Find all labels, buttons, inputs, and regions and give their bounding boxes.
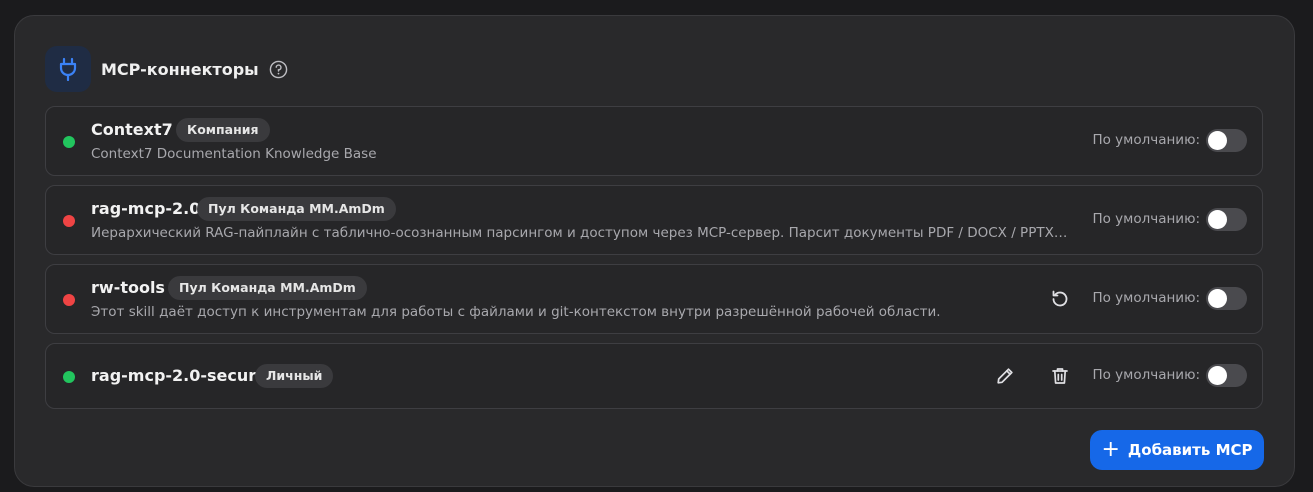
default-label: По умолчанию:	[1092, 290, 1200, 306]
refresh-icon	[1052, 290, 1068, 307]
connector-row-rag-mcp-2.0[interactable]: rag-mcp-2.0 Пул Команда MM.AmDm Иерархич…	[45, 185, 1263, 255]
scope-badge: Пул Команда MM.AmDm	[168, 276, 367, 300]
header-icon-box	[45, 46, 91, 92]
connector-name: rag-mcp-2.0	[91, 199, 201, 218]
default-toggle[interactable]	[1206, 129, 1247, 152]
toggle-knob	[1208, 289, 1227, 308]
help-button[interactable]	[269, 60, 288, 79]
delete-button[interactable]	[1047, 363, 1073, 389]
page-title: MCP-коннекторы	[101, 59, 259, 79]
toggle-knob	[1208, 366, 1227, 385]
add-mcp-button[interactable]: + Добавить MCP	[1090, 430, 1264, 470]
edit-icon	[997, 368, 1013, 384]
connector-name: rag-mcp-2.0-secure	[91, 366, 268, 385]
connector-description: Context7 Documentation Knowledge Base	[91, 146, 377, 162]
add-mcp-label: Добавить MCP	[1127, 441, 1253, 459]
plug-icon	[59, 57, 77, 81]
panel-header: MCP-коннекторы	[45, 46, 288, 92]
refresh-button[interactable]	[1047, 286, 1073, 312]
trash-icon	[1052, 368, 1068, 384]
connector-row-rw-tools[interactable]: rw-tools Пул Команда MM.AmDm Этот skill …	[45, 264, 1263, 334]
help-circle-icon	[269, 60, 287, 78]
default-toggle[interactable]	[1206, 364, 1247, 387]
default-label: По умолчанию:	[1092, 211, 1200, 227]
status-dot-offline	[63, 294, 75, 306]
connector-name: rw-tools	[91, 278, 165, 297]
scope-badge: Компания	[176, 118, 270, 142]
scope-badge: Пул Команда MM.AmDm	[197, 197, 396, 221]
status-dot-online	[63, 371, 75, 383]
default-toggle[interactable]	[1206, 208, 1247, 231]
connector-description: Иерархический RAG-пайплайн с таблично-ос…	[91, 225, 1071, 241]
connector-row-context7[interactable]: Context7 Компания Context7 Documentation…	[45, 106, 1263, 176]
mcp-connectors-panel: MCP-коннекторы Context7 Компания Context…	[14, 15, 1295, 487]
default-label: По умолчанию:	[1092, 367, 1200, 383]
scope-badge: Личный	[255, 364, 334, 388]
status-dot-offline	[63, 215, 75, 227]
connector-name: Context7	[91, 120, 173, 139]
toggle-knob	[1208, 131, 1227, 150]
connector-row-rag-mcp-2.0-secure[interactable]: rag-mcp-2.0-secure Личный По умолчанию:	[45, 343, 1263, 409]
toggle-knob	[1208, 210, 1227, 229]
default-label: По умолчанию:	[1092, 132, 1200, 148]
edit-button[interactable]	[992, 363, 1018, 389]
default-toggle[interactable]	[1206, 287, 1247, 310]
connector-description: Этот skill даёт доступ к инструментам дл…	[91, 304, 941, 320]
status-dot-online	[63, 136, 75, 148]
plus-icon: +	[1101, 437, 1120, 462]
